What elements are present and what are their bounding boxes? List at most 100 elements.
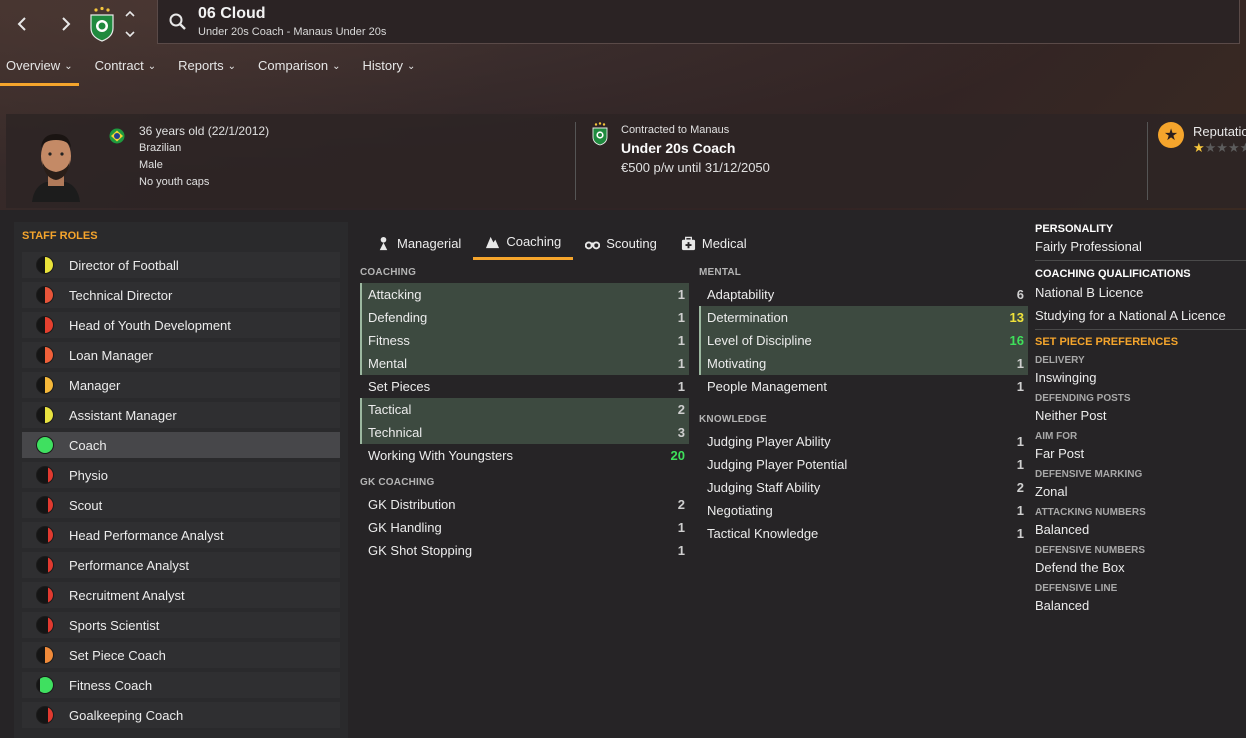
qualification-studying: Studying for a National A Licence [1035,308,1226,323]
role-row[interactable]: Physio [22,462,340,488]
attribute-row[interactable]: People Management 1 [699,375,1028,398]
role-rating-icon [36,286,54,304]
role-rating-icon [36,496,54,514]
age-dob: 36 years old (22/1/2012) [139,124,270,138]
role-row[interactable]: Goalkeeping Coach [22,702,340,728]
attribute-row[interactable]: Determination 13 [699,306,1028,329]
role-row[interactable]: Head of Youth Development [22,312,340,338]
role-row[interactable]: Technical Director [22,282,340,308]
role-row[interactable]: Head Performance Analyst [22,522,340,548]
role-rating-icon [36,316,54,334]
tab-label: Overview [6,58,61,73]
qualification-current: National B Licence [1035,285,1144,300]
preference-value: Zonal [1035,484,1068,499]
preference-label: DEFENDING POSTS [1035,393,1131,404]
attribute-row[interactable]: Mental 1 [360,352,689,375]
staff-search-box[interactable]: 06 Cloud Under 20s Coach - Manaus Under … [157,0,1240,44]
role-row[interactable]: Recruitment Analyst [22,582,340,608]
personal-info: 36 years old (22/1/2012) Brazilian Male … [139,123,269,191]
youth-caps: No youth caps [139,176,210,188]
attribute-label: People Management [707,379,827,394]
attribute-label: Attacking [368,287,422,302]
role-label: Physio [69,467,109,483]
tab-contract[interactable]: Contract ⌄ [89,58,163,86]
attribute-row[interactable]: Tactical 2 [360,398,689,421]
attribute-label: Level of Discipline [707,333,812,348]
staff-details: PERSONALITY Fairly Professional COACHING… [1035,222,1246,613]
attribute-row[interactable]: GK Handling 1 [360,516,689,539]
set-piece-preferences: DELIVERY Inswinging DEFENDING POSTS Neither… [1035,355,1246,613]
tab-label: Contract [94,58,144,73]
attribute-value: 1 [1016,503,1024,518]
role-row[interactable]: Loan Manager [22,342,340,368]
club-badge-icon[interactable] [591,122,609,146]
role-row[interactable]: Manager [22,372,340,398]
role-row[interactable]: Performance Analyst [22,552,340,578]
role-label: Director of Football [69,257,179,273]
role-row[interactable]: Assistant Manager [22,402,340,428]
attribute-label: Tactical [368,402,412,417]
attribute-label: Technical [368,425,423,440]
role-row[interactable]: Sports Scientist [22,612,340,638]
preference-label: DEFENSIVE LINE [1035,583,1118,594]
attribute-value: 1 [1016,356,1024,371]
attribute-row[interactable]: Fitness 1 [360,329,689,352]
gender: Male [139,159,163,171]
role-rating-icon [36,706,54,724]
preference-value: Balanced [1035,522,1090,537]
staff-subtitle: Under 20s Coach - Manaus Under 20s [198,26,387,38]
role-rating-icon [36,676,54,694]
attribute-row[interactable]: Defending 1 [360,306,689,329]
role-row[interactable]: Scout [22,492,340,518]
attribute-label: GK Shot Stopping [368,543,473,558]
attribute-row[interactable]: Judging Player Ability 1 [699,430,1028,453]
attribute-row[interactable]: Attacking 1 [360,283,689,306]
role-row[interactable]: Fitness Coach [22,672,340,698]
attribute-row[interactable]: Motivating 1 [699,352,1028,375]
club-badge-icon[interactable] [88,6,116,42]
chevron-up-icon[interactable] [124,8,136,20]
tab-scouting[interactable]: Scouting [573,226,669,260]
attribute-label: Judging Player Potential [707,457,848,472]
chevron-down-icon[interactable] [124,28,136,40]
preference-label: DELIVERY [1035,355,1085,366]
role-row[interactable]: Coach [22,432,340,458]
tab-reports[interactable]: Reports ⌄ [172,58,242,86]
attribute-row[interactable]: Judging Player Potential 1 [699,453,1028,476]
managerial-icon [379,236,388,250]
role-list: Director of Football Technical Director He… [22,252,340,732]
attribute-label: Working With Youngsters [368,448,513,463]
back-button[interactable] [0,6,44,42]
attribute-row[interactable]: Technical 3 [360,421,689,444]
attribute-value: 3 [677,425,685,440]
role-row[interactable]: Director of Football [22,252,340,278]
profile-strip: 36 years old (22/1/2012) Brazilian Male … [6,114,1246,208]
attribute-row[interactable]: Set Pieces 1 [360,375,689,398]
divider [1035,329,1246,330]
preference-label: DEFENSIVE MARKING [1035,469,1143,480]
forward-button[interactable] [44,6,88,42]
tab-comparison[interactable]: Comparison ⌄ [252,58,346,86]
chevron-down-icon: ⌄ [64,61,73,72]
attribute-row[interactable]: Judging Staff Ability 2 [699,476,1028,499]
attribute-row[interactable]: Adaptability 6 [699,283,1028,306]
role-row[interactable]: Set Piece Coach [22,642,340,668]
tab-medical[interactable]: Medical [669,226,759,260]
attribute-row[interactable]: Tactical Knowledge 1 [699,522,1028,545]
attribute-row[interactable]: Level of Discipline 16 [699,329,1028,352]
attribute-row[interactable]: Working With Youngsters 20 [360,444,689,467]
attribute-row[interactable]: GK Distribution 2 [360,493,689,516]
role-label: Performance Analyst [69,557,189,573]
tab-history[interactable]: History ⌄ [357,58,422,86]
preference-label: ATTACKING NUMBERS [1035,507,1146,518]
search-icon[interactable] [168,12,188,32]
tab-managerial[interactable]: Managerial [364,226,473,260]
preference-value: Neither Post [1035,408,1107,423]
attribute-row[interactable]: Negotiating 1 [699,499,1028,522]
attribute-label: Determination [707,310,788,325]
attribute-label: Negotiating [707,503,773,518]
tab-coaching[interactable]: Coaching [473,226,574,260]
attribute-row[interactable]: GK Shot Stopping 1 [360,539,689,562]
role-label: Fitness Coach [69,677,153,693]
tab-overview[interactable]: Overview ⌄ [0,58,79,86]
